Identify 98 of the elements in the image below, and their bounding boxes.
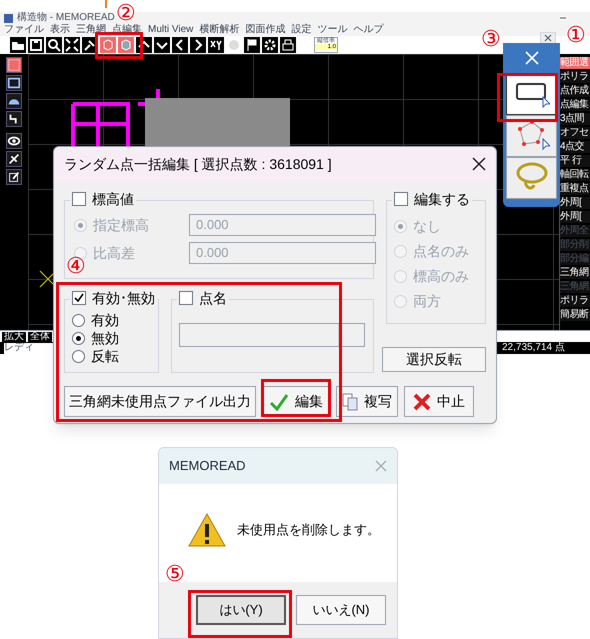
- field-value: 0.000: [196, 216, 229, 234]
- menu-item[interactable]: Multi View: [148, 25, 194, 35]
- window-title: 構造物 - MEMOREAD: [17, 13, 115, 23]
- message-text: 未使用点を削除します。: [237, 521, 380, 540]
- panel-command[interactable]: 簡易断: [560, 309, 590, 321]
- field-value: 0.000: [196, 244, 229, 262]
- close-button[interactable]: [472, 157, 486, 171]
- panel-command[interactable]: 重複点: [560, 183, 590, 195]
- annotation-number: ⑤: [165, 563, 185, 585]
- toolbar-button[interactable]: [208, 37, 224, 53]
- panel-command[interactable]: 外周[: [560, 211, 590, 223]
- check-icon: [74, 293, 84, 303]
- message-button[interactable]: はい(Y): [196, 595, 286, 625]
- close-icon: [375, 460, 387, 472]
- radio-button[interactable]: [72, 314, 85, 326]
- panel-command[interactable]: オフセ: [560, 127, 590, 139]
- panel-command[interactable]: 3点間: [560, 113, 590, 125]
- dialog-button[interactable]: 複写: [336, 386, 398, 417]
- point-count: 22,735,714 点: [502, 343, 565, 353]
- cross-icon: [413, 392, 431, 410]
- toolbar-button[interactable]: [46, 37, 62, 53]
- checkbox[interactable]: [72, 291, 86, 305]
- menu-item[interactable]: 横断解析: [199, 25, 240, 35]
- dialog-button[interactable]: 中止: [404, 386, 474, 417]
- menu-item[interactable]: ツール: [317, 25, 348, 35]
- menu-item[interactable]: ヘルプ: [353, 25, 384, 35]
- toolbar-button[interactable]: [64, 37, 80, 53]
- annotation-number: ①: [566, 24, 586, 46]
- printer-icon: [280, 37, 296, 53]
- group-label: 点名: [199, 289, 227, 307]
- side-tool-button[interactable]: [6, 75, 22, 91]
- checkmark-icon: [269, 392, 289, 410]
- option-label: 標高のみ: [413, 266, 469, 286]
- option-label: 両方: [413, 292, 441, 310]
- option-label: 指定標高: [93, 216, 150, 234]
- toolbar-button[interactable]: [154, 37, 170, 53]
- toolbar-button[interactable]: [28, 37, 44, 53]
- panel-command[interactable]: ポリラ: [560, 295, 590, 307]
- panel-command[interactable]: 外周[: [560, 197, 590, 209]
- panel-command[interactable]: 4点交: [560, 141, 590, 153]
- radio-button[interactable]: [72, 350, 85, 362]
- side-tool-button[interactable]: [6, 133, 22, 149]
- checkbox[interactable]: [179, 291, 193, 305]
- edit-icon: [7, 169, 21, 185]
- side-tool-button[interactable]: [6, 57, 22, 73]
- option-label: 反転: [91, 346, 119, 366]
- annotation-number: ④: [66, 255, 86, 277]
- group-label: 標高値: [92, 190, 134, 208]
- copy-icon: [342, 392, 358, 410]
- settings-icon: [262, 37, 278, 53]
- highlight-frame: [95, 32, 143, 59]
- menu-item[interactable]: 図面作成: [245, 25, 286, 35]
- dialog-title: ランダム点一括編集 [ 選択点数 : 3618091 ]: [64, 154, 332, 174]
- close-icon: [472, 157, 486, 171]
- panel-command[interactable]: 点作成: [560, 85, 590, 97]
- panel-command[interactable]: 軸回転: [560, 169, 590, 181]
- panel-command[interactable]: 平 行: [560, 155, 590, 167]
- group-label: 有効･無効: [92, 289, 155, 307]
- app-logo-icon: [4, 14, 13, 22]
- save-icon: [28, 37, 44, 53]
- annotation-number: ②: [116, 2, 136, 24]
- circle-icon: [226, 37, 242, 53]
- message-button[interactable]: いいえ(N): [296, 595, 386, 625]
- close-icon: [524, 51, 538, 65]
- panel-command[interactable]: 点編集: [560, 99, 590, 111]
- option-label: なし: [413, 216, 441, 236]
- toolbar-button[interactable]: [244, 37, 260, 53]
- option-label: 有効: [91, 310, 119, 330]
- menu-item[interactable]: ファイル: [4, 25, 44, 35]
- toolbar-button[interactable]: [10, 37, 26, 53]
- panel-command[interactable]: 三角網: [560, 267, 590, 279]
- toolbar-button[interactable]: [172, 37, 188, 53]
- toolbar-button[interactable]: [190, 37, 206, 53]
- side-tool-button[interactable]: [6, 93, 22, 109]
- close-icon: [544, 34, 552, 42]
- grid-icon: [7, 57, 21, 73]
- menu-item[interactable]: 表示: [50, 25, 70, 35]
- option-label: 点名のみ: [413, 242, 469, 260]
- menu-item[interactable]: 設定: [291, 25, 312, 35]
- input-field[interactable]: [179, 323, 365, 347]
- minimize-icon: [560, 17, 566, 19]
- group-label: 編集する: [414, 190, 470, 208]
- highlight-frame: [497, 73, 558, 122]
- rectangle-icon: [7, 75, 21, 91]
- option-label: 無効: [91, 328, 119, 348]
- warning-icon: [187, 512, 227, 548]
- panel-command[interactable]: ポリラ: [560, 71, 590, 83]
- option-label: 比高差: [93, 244, 136, 262]
- invert-selection-button[interactable]: 選択反転: [382, 347, 486, 372]
- dialog-button[interactable]: 三角網未使用点ファイル出力: [64, 386, 256, 417]
- annotation-number: ③: [481, 28, 501, 50]
- radio-button[interactable]: [72, 332, 85, 344]
- toolbar-button[interactable]: [262, 37, 278, 53]
- message-box-title: MEMOREAD: [169, 457, 246, 476]
- side-tool-button[interactable]: [6, 169, 22, 185]
- status-text: レディ: [4, 343, 34, 353]
- toolbar-button[interactable]: [280, 37, 296, 53]
- side-tool-button[interactable]: [6, 111, 22, 127]
